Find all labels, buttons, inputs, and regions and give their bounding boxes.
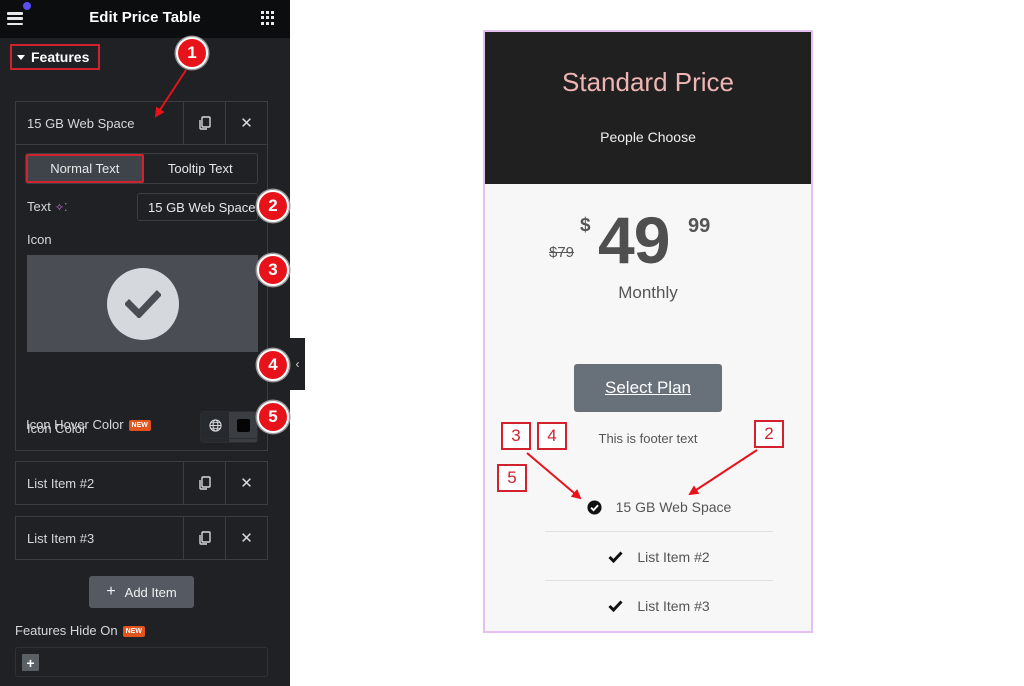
tab-normal-text[interactable]: Normal Text [26, 154, 144, 183]
repeater-item: 15 GB Web Space ✕ Normal Text Tooltip Te… [15, 101, 268, 451]
caret-down-icon [17, 54, 25, 60]
hide-on-text: Features Hide On [15, 623, 118, 638]
add-item-label: Add Item [124, 584, 177, 600]
annotation-square: 4 [537, 422, 567, 450]
hide-on-select[interactable]: + [15, 647, 268, 677]
annotation-marker: 2 [257, 190, 289, 222]
globe-icon[interactable] [201, 412, 229, 438]
check-icon [608, 599, 623, 612]
check-circle-icon [587, 499, 602, 515]
repeater-item: List Item #3 ✕ [15, 516, 268, 560]
duplicate-icon[interactable] [183, 462, 225, 504]
plus-icon: + [106, 583, 116, 600]
icon-hover-color-swatch[interactable] [229, 412, 257, 438]
icon-hover-color-label: Icon Hover Color NEW [26, 417, 151, 432]
collapse-panel-button[interactable]: ‹ [290, 338, 305, 390]
new-badge: NEW [128, 420, 151, 432]
remove-icon[interactable]: ✕ [225, 102, 267, 144]
annotation-marker: 1 [176, 37, 208, 69]
check-icon [608, 550, 623, 563]
new-badge: NEW [122, 626, 145, 638]
price-amount: 49 [598, 203, 670, 277]
section-features-toggle[interactable]: Features [10, 44, 100, 70]
card-header: Standard Price People Choose [485, 32, 811, 184]
card-subtitle: People Choose [600, 129, 696, 145]
original-price: $79 [549, 244, 575, 261]
text-input[interactable]: 15 GB Web Space [137, 193, 258, 221]
editor-panel: Edit Price Table Features 15 GB Web Spac… [0, 0, 290, 686]
panel-header: Edit Price Table [0, 0, 290, 38]
feature-text: List Item #2 [637, 548, 710, 565]
select-plan-button[interactable]: Select Plan [574, 364, 722, 412]
icon-hover-color-text: Icon Hover Color [26, 417, 124, 432]
plus-icon[interactable]: + [22, 654, 39, 671]
tab-tooltip-text[interactable]: Tooltip Text [144, 154, 258, 183]
feature-item: List Item #2 [545, 531, 773, 581]
ai-sparkle-icon[interactable]: ✧⁚ [55, 202, 68, 214]
remove-icon[interactable]: ✕ [225, 517, 267, 559]
duplicate-icon[interactable] [183, 517, 225, 559]
card-title: Standard Price [562, 67, 734, 97]
feature-item: List Item #3 [545, 580, 773, 630]
currency-symbol: $ [580, 215, 591, 236]
add-item-button[interactable]: + Add Item [89, 576, 194, 608]
feature-text: List Item #3 [637, 597, 710, 614]
panel-title: Edit Price Table [89, 9, 201, 26]
features-hide-on-label: Features Hide On NEW [15, 623, 145, 638]
remove-icon[interactable]: ✕ [225, 462, 267, 504]
annotation-marker: 5 [257, 401, 289, 433]
duplicate-icon[interactable] [183, 102, 225, 144]
annotation-marker: 4 [257, 349, 289, 381]
text-field-label: Text ✧⁚ [27, 199, 68, 214]
feature-text: 15 GB Web Space [615, 499, 732, 515]
annotation-square: 3 [501, 422, 531, 450]
section-title: Features [31, 49, 90, 65]
annotation-marker: 3 [257, 254, 289, 286]
repeater-item-label[interactable]: 15 GB Web Space [16, 102, 183, 144]
repeater-item: List Item #2 ✕ [15, 461, 268, 505]
icon-label: Icon [27, 232, 52, 247]
annotation-square: 5 [497, 464, 527, 492]
repeater-item-body: Normal Text Tooltip Text Text ✧⁚ 15 GB We… [16, 144, 267, 450]
text-label: Text [27, 199, 51, 214]
icon-picker[interactable] [27, 255, 258, 352]
billing-period: Monthly [618, 283, 678, 302]
apps-grid-icon[interactable] [261, 11, 275, 25]
price-table-card: Standard Price People Choose $79 $ 49 99… [483, 30, 813, 633]
repeater-item-label[interactable]: List Item #2 [16, 462, 183, 504]
check-circle-icon [106, 267, 179, 340]
feature-item: 15 GB Web Space [545, 482, 773, 532]
icon-hover-color-control [200, 411, 258, 439]
annotation-square: 2 [754, 420, 784, 448]
text-type-tabs: Normal Text Tooltip Text [25, 153, 258, 184]
price-cents: 99 [688, 215, 711, 237]
color-swatch [236, 418, 250, 432]
repeater-item-label[interactable]: List Item #3 [16, 517, 183, 559]
